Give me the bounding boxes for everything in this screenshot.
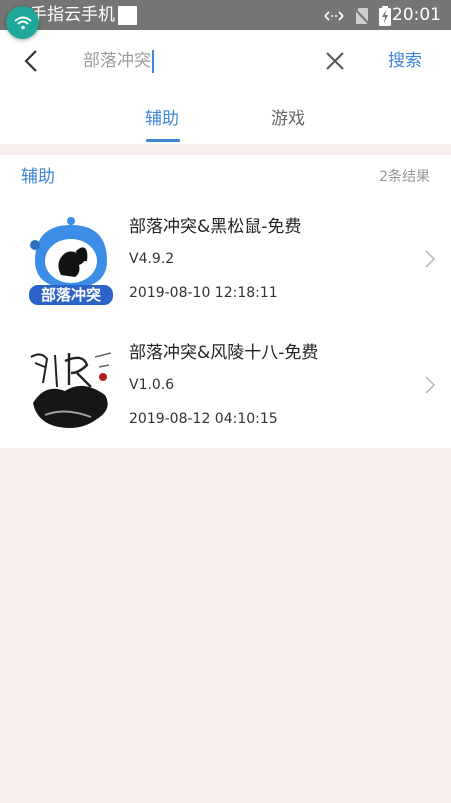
search-input[interactable]: 部落冲突 xyxy=(83,49,151,73)
back-button[interactable] xyxy=(16,46,46,76)
item-name: 部落冲突&风陵十八-免费 xyxy=(129,343,319,363)
tab-game[interactable]: 游戏 xyxy=(271,107,305,131)
carrier-name: 手指云手机 xyxy=(30,5,115,25)
list-item[interactable]: 风陵 部落冲突&风陵十八-免费 V1.0.6 2019-08-12 04:10:… xyxy=(0,331,451,457)
tab-assist[interactable]: 辅助 xyxy=(145,107,179,131)
chevron-right-icon xyxy=(425,376,436,394)
list-item[interactable]: 部落冲突 部落冲突&黑松鼠-免费 V4.9.2 2019-08-10 12:18… xyxy=(0,205,451,331)
no-sim-icon xyxy=(355,8,369,25)
item-version: V4.9.2 xyxy=(129,251,175,267)
text-cursor xyxy=(152,50,154,73)
fengling-ink-icon: 风陵 xyxy=(25,343,117,435)
status-time: 20:01 xyxy=(392,5,441,25)
result-count: 2条结果 xyxy=(379,169,430,185)
chevron-right-icon xyxy=(425,250,436,268)
tab-bar: 辅助 游戏 xyxy=(0,90,451,144)
data-arrows-icon xyxy=(324,11,344,21)
icon-logo-text: 部落冲突 xyxy=(41,286,101,304)
item-version: V1.0.6 xyxy=(129,377,175,393)
active-tab-indicator xyxy=(146,139,180,142)
results-section: 辅助 2条结果 部落冲突 部落冲突&黑松鼠-免费 V4.9.2 2019-08-… xyxy=(0,155,451,448)
item-date: 2019-08-10 12:18:11 xyxy=(129,285,278,301)
clash-squirrel-icon: 部落冲突 xyxy=(29,217,113,305)
search-bar: 部落冲突 搜索 xyxy=(0,30,451,90)
wifi-icon xyxy=(13,16,32,29)
section-title: 辅助 xyxy=(21,167,55,187)
item-name: 部落冲突&黑松鼠-免费 xyxy=(129,217,302,237)
status-bar: 手指云手机 20:01 xyxy=(0,0,451,30)
search-button[interactable]: 搜索 xyxy=(388,49,422,73)
floating-wifi-button[interactable] xyxy=(6,6,39,39)
status-icons xyxy=(323,6,391,26)
clear-button[interactable] xyxy=(320,46,350,76)
close-icon xyxy=(326,52,344,70)
notification-square-icon xyxy=(118,6,137,25)
battery-charging-icon xyxy=(379,6,391,26)
item-date: 2019-08-12 04:10:15 xyxy=(129,411,278,427)
back-arrow-icon xyxy=(24,50,37,72)
